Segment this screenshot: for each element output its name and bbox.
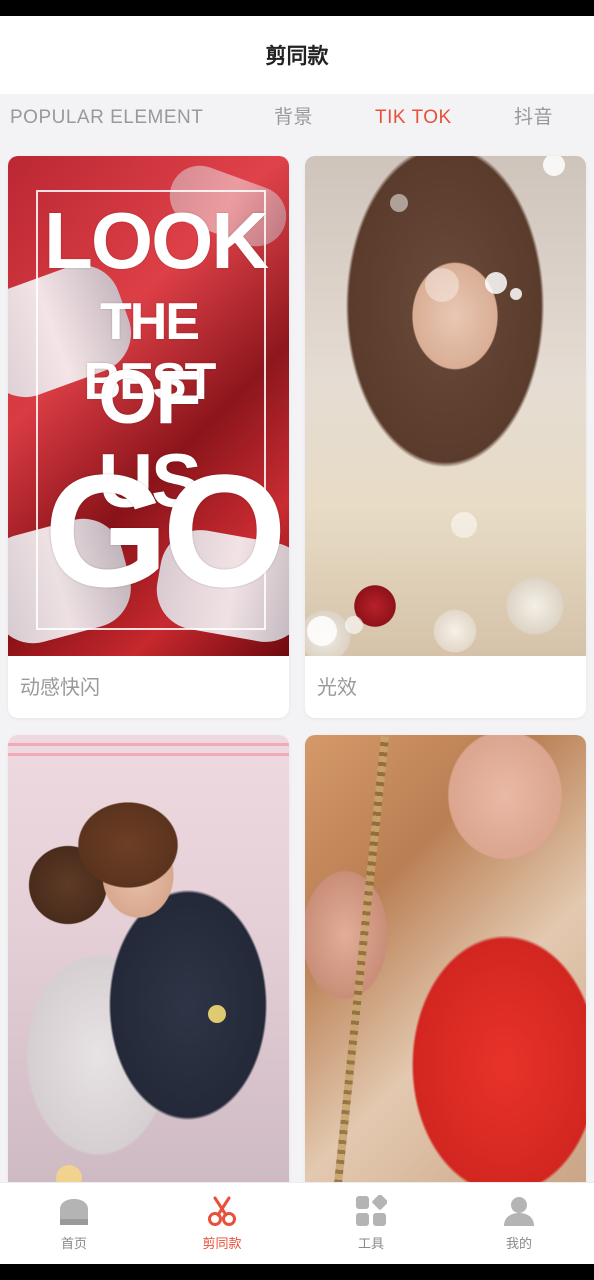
nav-label: 我的: [505, 1237, 532, 1252]
app-header: 剪同款: [0, 16, 594, 94]
bottom-navigation: 首页 剪同款 工具 我的: [0, 1182, 594, 1265]
scissors-icon: [208, 1196, 236, 1226]
template-thumbnail: [305, 156, 586, 656]
nav-label: 首页: [60, 1237, 87, 1252]
template-thumbnail: [8, 735, 289, 1195]
tab-douyin[interactable]: 抖音: [514, 94, 553, 144]
nav-cut-same[interactable]: 剪同款: [148, 1183, 296, 1265]
nav-profile[interactable]: 我的: [445, 1183, 593, 1265]
nav-home[interactable]: 首页: [0, 1183, 148, 1265]
status-bar: [0, 0, 594, 16]
tab-popular-element[interactable]: POPULAR ELEMENT: [10, 94, 203, 144]
template-card[interactable]: LOOK THE BEST OF US GO 动感快闪: [8, 156, 289, 718]
nav-label: 剪同款: [202, 1237, 242, 1252]
template-card[interactable]: [8, 735, 289, 1195]
template-title: 光效: [317, 675, 357, 699]
category-tabs: POPULAR ELEMENT 背景 TIK TOK 抖音: [0, 94, 594, 144]
tools-icon: [356, 1195, 387, 1226]
poster-line: GO: [44, 441, 287, 620]
template-title: 动感快闪: [20, 675, 100, 699]
nav-tools[interactable]: 工具: [297, 1183, 445, 1265]
page-title: 剪同款: [265, 44, 329, 68]
tab-background[interactable]: 背景: [274, 94, 313, 144]
template-card[interactable]: [305, 735, 586, 1195]
system-nav-bar: [0, 1264, 594, 1280]
nav-label: 工具: [357, 1237, 384, 1252]
user-icon: [504, 1197, 534, 1226]
poster-line: LOOK: [44, 196, 269, 285]
template-thumbnail: [305, 735, 586, 1195]
home-icon: [60, 1199, 88, 1225]
tab-tiktok[interactable]: TIK TOK: [375, 94, 452, 144]
template-thumbnail: LOOK THE BEST OF US GO: [8, 156, 289, 656]
template-card[interactable]: 光效: [305, 156, 586, 718]
